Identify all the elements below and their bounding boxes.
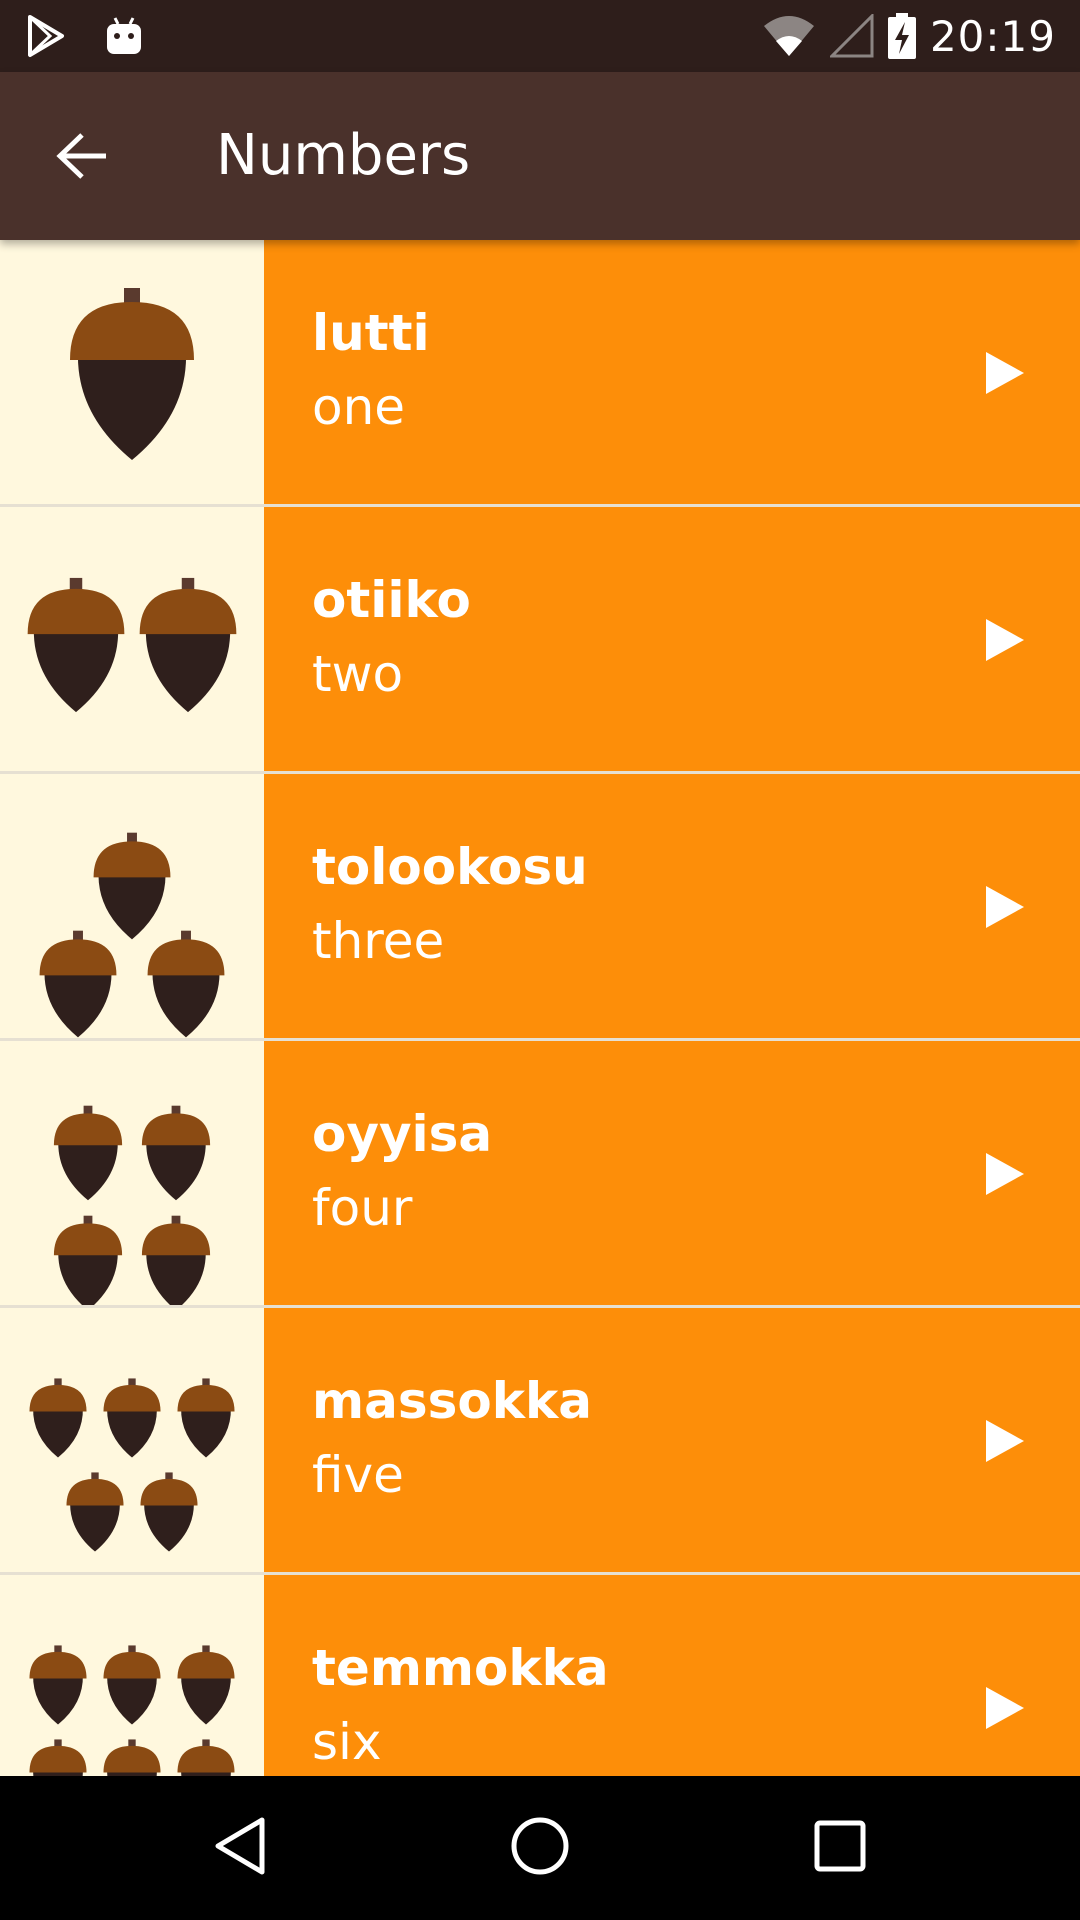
item-content[interactable]: massokka five [264,1308,1080,1572]
acorn-group [29,1378,235,1552]
acorn-icon [103,1645,161,1725]
acorn-icon [53,1105,123,1201]
list-item[interactable]: tolookosu three [0,774,1080,1041]
acorn-icon [177,1645,235,1725]
acorn-icon [66,1472,124,1552]
acorn-group [53,1105,211,1305]
acorn-group [39,832,225,1038]
acorn-icon [27,577,125,713]
acorn-group [29,1645,235,1776]
acorn-icon [93,832,171,940]
item-content[interactable]: temmokka six [264,1575,1080,1776]
play-icon[interactable] [978,613,1032,667]
status-bar: 20:19 [0,0,1080,72]
acorn-icon [103,1378,161,1458]
nav-home-button[interactable] [502,1810,578,1886]
english-word: two [312,645,404,703]
acorn-icon [29,1645,87,1725]
english-word: six [312,1713,382,1771]
wifi-icon [762,14,816,58]
acorn-image [0,1041,264,1305]
acorn-icon [103,1739,161,1776]
page-title: Numbers [216,123,471,188]
acorn-icon [147,930,225,1038]
navigation-bar [0,1776,1080,1920]
miwok-word: oyyisa [312,1105,493,1163]
nav-back-icon [210,1816,270,1880]
acorn-image [0,240,264,504]
play-icon[interactable] [978,1681,1032,1735]
acorn-image [0,507,264,771]
acorn-icon [39,930,117,1038]
nav-recents-button[interactable] [802,1810,878,1886]
list-item[interactable]: temmokka six [0,1575,1080,1776]
item-content[interactable]: otiiko two [264,507,1080,771]
english-word: four [312,1179,413,1237]
english-word: one [312,378,406,436]
acorn-icon [177,1378,235,1458]
acorn-icon [141,1105,211,1201]
acorn-image [0,1308,264,1572]
acorn-icon [140,1472,198,1552]
acorn-icon [141,1215,211,1305]
android-debug-icon [106,16,142,56]
list-item[interactable]: otiiko two [0,507,1080,774]
miwok-word: tolookosu [312,838,588,896]
app-bar: Numbers [0,72,1080,240]
play-icon[interactable] [978,1147,1032,1201]
acorn-icon [53,1215,123,1305]
play-store-icon [26,14,66,58]
list-item[interactable]: massokka five [0,1308,1080,1575]
word-list[interactable]: lutti one otiiko two tolookosu three oyyisa fou… [0,240,1080,1776]
acorn-image [0,1575,264,1776]
acorn-group [27,577,237,713]
miwok-word: massokka [312,1372,592,1430]
list-item[interactable]: oyyisa four [0,1041,1080,1308]
item-content[interactable]: lutti one [264,240,1080,504]
acorn-group [70,288,194,460]
acorn-icon [29,1739,87,1776]
item-content[interactable]: tolookosu three [264,774,1080,1038]
play-icon[interactable] [978,346,1032,400]
english-word: five [312,1446,404,1504]
nav-back-button[interactable] [202,1810,278,1886]
acorn-icon [29,1378,87,1458]
miwok-word: otiiko [312,571,471,629]
play-icon[interactable] [978,880,1032,934]
nav-home-icon [508,1814,572,1882]
status-time: 20:19 [929,11,1056,61]
item-content[interactable]: oyyisa four [264,1041,1080,1305]
nav-recents-icon [812,1818,868,1878]
list-item[interactable]: lutti one [0,240,1080,507]
acorn-icon [177,1739,235,1776]
acorn-icon [139,577,237,713]
acorn-image [0,774,264,1038]
arrow-back-icon [56,132,108,184]
signal-icon [829,14,874,58]
battery-charging-icon [887,13,916,59]
acorn-icon [70,288,194,460]
miwok-word: temmokka [312,1639,609,1697]
play-icon[interactable] [978,1414,1032,1468]
back-button[interactable] [40,116,124,200]
miwok-word: lutti [312,304,430,362]
english-word: three [312,912,445,970]
